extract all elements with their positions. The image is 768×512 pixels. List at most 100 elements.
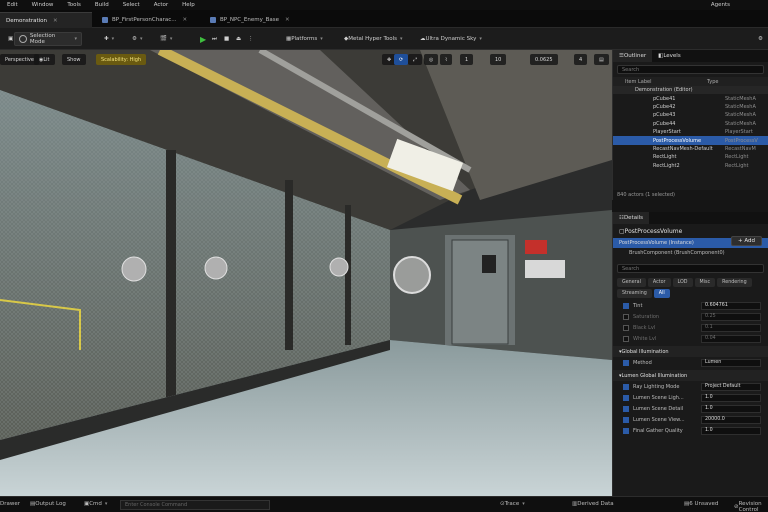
menu-select[interactable]: Select bbox=[116, 2, 147, 8]
cmd-dropdown[interactable]: ▣ Cmd ▾ bbox=[84, 501, 107, 507]
fov-value[interactable]: 1 bbox=[460, 54, 474, 65]
override-checkbox[interactable] bbox=[623, 405, 629, 412]
menu-actor[interactable]: Actor bbox=[147, 2, 175, 8]
filter-rendering[interactable]: Rendering bbox=[717, 278, 752, 287]
platforms-dropdown[interactable]: ▦ Platforms ▾ bbox=[282, 32, 327, 46]
tab-label: BP_FirstPersonCharac... bbox=[112, 17, 177, 23]
prop-value-input[interactable]: 1.0 bbox=[701, 404, 761, 413]
settings-icon[interactable]: ⚙ bbox=[754, 32, 767, 46]
list-item[interactable]: PlayerStart PlayerStart bbox=[613, 128, 768, 136]
filter-streaming[interactable]: Streaming bbox=[617, 289, 652, 298]
metal-hyper-tools-button[interactable]: ◆ Metal Hyper Tools ▾ bbox=[340, 32, 407, 46]
play-options-icon[interactable]: ⋮ bbox=[244, 32, 258, 46]
row-label: RecastNavMesh-Default bbox=[653, 145, 713, 152]
output-log-label: Output Log bbox=[35, 501, 66, 507]
tab-levels[interactable]: ◧ Levels bbox=[652, 50, 687, 62]
filter-misc[interactable]: Misc bbox=[694, 278, 716, 287]
level-viewport[interactable]: Perspective ◉ Lit Show Scalability: High… bbox=[0, 50, 612, 496]
prop-value-input[interactable]: 0.04 bbox=[701, 334, 761, 343]
override-checkbox[interactable] bbox=[623, 416, 629, 423]
col-type[interactable]: Type bbox=[707, 79, 718, 85]
trace-button[interactable]: ⊙ Trace ▾ bbox=[500, 501, 525, 507]
override-checkbox[interactable] bbox=[623, 324, 629, 331]
menu-build[interactable]: Build bbox=[88, 2, 116, 8]
override-checkbox[interactable] bbox=[623, 427, 629, 434]
prop-value-input[interactable]: 20000.0 bbox=[701, 415, 761, 424]
menu-edit[interactable]: Edit bbox=[0, 2, 25, 8]
menu-window[interactable]: Window bbox=[25, 2, 61, 8]
prop-value-input[interactable]: 1.0 bbox=[701, 393, 761, 402]
list-item[interactable]: RecastNavMesh-Default RecastNavM bbox=[613, 145, 768, 153]
tab-outliner[interactable]: ☰ Outliner bbox=[613, 50, 653, 62]
override-checkbox[interactable] bbox=[623, 394, 629, 401]
scale-snap-value[interactable]: 4 bbox=[574, 54, 588, 65]
cinematics-button[interactable]: 🎬 ▾ bbox=[156, 32, 176, 46]
lit-button[interactable]: ◉ Lit bbox=[34, 54, 55, 65]
prop-value-input[interactable]: 0.25 bbox=[701, 312, 761, 321]
filter-all[interactable]: All bbox=[653, 289, 670, 298]
prop-value-input[interactable]: Project Default bbox=[701, 382, 761, 391]
override-checkbox[interactable] bbox=[623, 383, 629, 390]
override-checkbox[interactable] bbox=[623, 313, 629, 320]
world-local-icon[interactable]: ◎ bbox=[424, 54, 439, 65]
override-checkbox[interactable] bbox=[623, 335, 629, 342]
tab-bp-npc-enemy[interactable]: BP_NPC_Enemy_Base ✕ bbox=[204, 12, 300, 28]
revision-control-button[interactable]: ⊘ Revision Control bbox=[734, 501, 768, 512]
list-item[interactable]: pCube42 StaticMeshA bbox=[613, 103, 768, 111]
prop-value-input[interactable]: 1.0 bbox=[701, 426, 761, 435]
chevron-down-icon: ▾ bbox=[522, 501, 525, 507]
filter-actor[interactable]: Actor bbox=[647, 278, 671, 287]
add-component-button[interactable]: + Add bbox=[730, 236, 762, 246]
scalability-badge[interactable]: Scalability: High bbox=[96, 54, 147, 65]
override-checkbox[interactable] bbox=[623, 302, 629, 309]
close-icon[interactable]: ✕ bbox=[183, 17, 188, 23]
close-icon[interactable]: ✕ bbox=[285, 17, 290, 23]
list-item-selected[interactable]: PostProcessVolume PostProcessV bbox=[613, 136, 768, 145]
surface-snap-icon[interactable]: ⌇ bbox=[440, 54, 453, 65]
list-item[interactable]: RectLight2 RectLight bbox=[613, 162, 768, 170]
menu-help[interactable]: Help bbox=[175, 2, 202, 8]
agents-button[interactable]: Agents bbox=[711, 2, 730, 8]
output-log-button[interactable]: ▤ Output Log bbox=[30, 501, 66, 507]
prop-label: Final Gather Quality bbox=[633, 427, 683, 434]
close-icon[interactable]: ✕ bbox=[53, 18, 58, 24]
rotate-tool-icon[interactable]: ⟳ bbox=[394, 54, 409, 65]
tab-bp-first-person[interactable]: BP_FirstPersonCharac... ✕ bbox=[96, 12, 200, 28]
camera-speed-icon[interactable]: ▤ bbox=[594, 54, 609, 65]
component-brush-row[interactable]: BrushComponent (BrushComponent0) bbox=[613, 248, 768, 258]
grid-snap-value[interactable]: 10 bbox=[490, 54, 507, 65]
outliner-search-input[interactable]: Search bbox=[617, 65, 764, 74]
section-global-illumination[interactable]: ▾ Global Illumination bbox=[613, 346, 768, 357]
ultra-dynamic-sky-button[interactable]: ☁ Ultra Dynamic Sky ▾ bbox=[416, 32, 486, 46]
scale-tool-icon[interactable]: ⤢ bbox=[408, 54, 423, 65]
filter-general[interactable]: General bbox=[617, 278, 646, 287]
override-checkbox[interactable] bbox=[623, 359, 629, 366]
tab-demonstration[interactable]: Demonstration ✕ bbox=[0, 12, 92, 28]
lit-label: Lit bbox=[43, 56, 50, 63]
content-drawer-button[interactable]: Drawer bbox=[0, 501, 20, 507]
tab-details[interactable]: ☷ Details bbox=[613, 212, 650, 224]
list-item[interactable]: pCube44 StaticMeshA bbox=[613, 120, 768, 128]
add-content-button[interactable]: ✚ ▾ bbox=[100, 32, 118, 46]
method-dropdown[interactable]: Lumen bbox=[701, 358, 761, 367]
list-item[interactable]: pCube43 StaticMeshA bbox=[613, 111, 768, 119]
list-item[interactable]: RectLight RectLight bbox=[613, 153, 768, 161]
col-item-label[interactable]: Item Label bbox=[625, 79, 707, 85]
console-command-input[interactable]: Enter Console Command bbox=[120, 500, 270, 510]
blueprint-button[interactable]: ⚙ ▾ bbox=[128, 32, 146, 46]
menu-tools[interactable]: Tools bbox=[60, 2, 88, 8]
skip-icon[interactable]: ⏭ bbox=[208, 32, 221, 46]
selection-mode-dropdown[interactable]: Selection Mode ▾ bbox=[14, 32, 82, 46]
prop-value-input[interactable]: 0.1 bbox=[701, 323, 761, 332]
angle-snap-value[interactable]: 0.0625 bbox=[530, 54, 558, 65]
details-search-input[interactable]: Search bbox=[617, 264, 764, 273]
unsaved-button[interactable]: ▤ 6 Unsaved bbox=[684, 501, 718, 507]
outliner-root-row[interactable]: Demonstration (Editor) bbox=[613, 86, 768, 95]
actor-name[interactable]: PostProcessVolume bbox=[625, 228, 683, 235]
list-item[interactable]: pCube41 StaticMeshA bbox=[613, 94, 768, 102]
show-button[interactable]: Show bbox=[62, 54, 86, 65]
prop-value-input[interactable]: 0.604761 bbox=[701, 301, 761, 310]
filter-lod[interactable]: LOD bbox=[672, 278, 693, 287]
section-lumen-gi[interactable]: ▾ Lumen Global Illumination bbox=[613, 370, 768, 381]
derived-data-button[interactable]: ▥ Derived Data bbox=[572, 501, 614, 507]
